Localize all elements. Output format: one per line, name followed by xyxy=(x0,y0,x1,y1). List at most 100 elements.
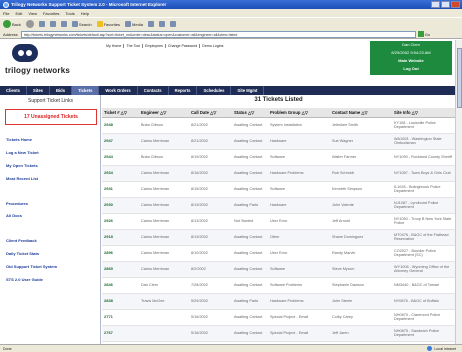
column-header-ticket[interactable]: Ticket # △▽ xyxy=(102,108,139,118)
table-row[interactable]: 2926 Carlos Merriman 8/13/2002 Not Started U… xyxy=(102,213,455,230)
unassigned-tickets-alert[interactable]: 17 Unassigned Tickets xyxy=(5,109,97,125)
table-row[interactable]: 2947 Carlos Merriman 8/21/2002 Awaiting Con… xyxy=(102,133,455,150)
column-header-engineer[interactable]: Engineer △▽ xyxy=(139,108,189,118)
tab-sites[interactable]: Sites xyxy=(27,86,50,95)
ticket-number-link[interactable]: 2944 xyxy=(102,149,139,166)
call-date-cell: 8/19/2002 xyxy=(189,149,232,166)
sidebar-link-daily-stats[interactable]: Daily Ticket Stats xyxy=(6,251,39,256)
sidebar-link-user-guide[interactable]: STS 2.0 User Guide xyxy=(6,277,43,282)
menu-edit[interactable]: Edit xyxy=(15,11,22,16)
table-row[interactable]: 2930 Carlos Merriman 8/13/2002 Awaiting Par… xyxy=(102,197,455,214)
address-bar: Address http://tickets.trilogynetworks.c… xyxy=(0,30,462,39)
table-row[interactable]: 2944 Brian Gibson 8/19/2002 Awaiting Contac… xyxy=(102,149,455,166)
link-my-home[interactable]: My Home xyxy=(104,44,125,48)
table-row[interactable]: 2931 Carlos Merriman 8/15/2002 Awaiting Con… xyxy=(102,181,455,198)
tab-site-mgmt[interactable]: Site Mgmt xyxy=(231,86,265,95)
ticket-number-link[interactable]: 2947 xyxy=(102,133,139,150)
ticket-number-link[interactable]: 2771 xyxy=(102,309,139,326)
tab-schedules[interactable]: Schedules xyxy=(197,86,232,95)
problem-group-cell: Hardware Problems xyxy=(268,293,330,310)
ticket-number-link[interactable]: 2926 xyxy=(102,213,139,230)
status-bar: Done Local intranet xyxy=(0,344,462,352)
refresh-button[interactable] xyxy=(49,21,56,27)
link-employees[interactable]: Employees xyxy=(143,44,166,48)
maximize-button[interactable] xyxy=(441,1,450,8)
go-button[interactable]: Go xyxy=(417,31,430,37)
ticket-number-link[interactable]: 2838 xyxy=(102,293,139,310)
column-header-status[interactable]: Status △▽ xyxy=(232,108,268,118)
ticket-number-link[interactable]: 2869 xyxy=(102,261,139,278)
call-date-cell: 7/28/2002 xyxy=(189,277,232,294)
ticket-number-link[interactable]: 2948 xyxy=(102,117,139,134)
table-row[interactable]: 2767 5/16/2002 Awaiting Contact Special Pro… xyxy=(102,325,455,342)
table-row[interactable]: 2934 Carlos Merriman 8/16/2002 Awaiting Con… xyxy=(102,165,455,182)
engineer-cell: Carlos Merriman xyxy=(139,165,189,182)
sidebar-link-tickets-home[interactable]: Tickets Home xyxy=(6,137,32,142)
search-button[interactable]: Search xyxy=(71,21,92,27)
back-button[interactable]: Back xyxy=(3,20,21,28)
engineer-cell: Carlos Merriman xyxy=(139,181,189,198)
forward-arrow-icon xyxy=(25,20,34,28)
link-change-password[interactable]: Change Password xyxy=(166,44,201,48)
problem-group-cell: Hardware xyxy=(268,133,330,150)
menu-view[interactable]: View xyxy=(28,11,37,16)
ticket-number-link[interactable]: 2846 xyxy=(102,277,139,294)
address-input[interactable]: http://tickets.trilogynetworks.com/ticke… xyxy=(20,30,416,38)
column-header-problem-group[interactable]: Problem Group △▽ xyxy=(268,108,330,118)
sidebar-link-most-recent[interactable]: Most Recent List xyxy=(6,176,38,181)
table-row[interactable]: 2869 Carlos Merriman 8/2/2002 Awaiting Cont… xyxy=(102,261,455,278)
forward-button[interactable] xyxy=(25,20,34,28)
menu-favorites[interactable]: Favorites xyxy=(43,11,59,16)
tab-reports[interactable]: Reports xyxy=(169,86,198,95)
ticket-number-link[interactable]: 2918 xyxy=(102,229,139,246)
tab-work-orders[interactable]: Work Orders xyxy=(99,86,138,95)
column-header-site[interactable]: Site Info △▽ xyxy=(392,108,455,118)
ticket-number-link[interactable]: 2930 xyxy=(102,197,139,214)
ticket-number-link[interactable]: 2767 xyxy=(102,325,139,342)
main-website-link[interactable]: Main Website xyxy=(370,57,452,65)
sidebar-link-client-feedback[interactable]: Client Feedback xyxy=(6,238,37,243)
close-button[interactable] xyxy=(451,1,460,8)
call-date-cell: 8/13/2002 xyxy=(189,213,232,230)
problem-group-cell: Software Problems xyxy=(268,277,330,294)
ticket-number-link[interactable]: 2896 xyxy=(102,245,139,262)
tab-tickets[interactable]: Tickets xyxy=(72,86,100,95)
minimize-button[interactable] xyxy=(431,1,440,8)
tab-bids[interactable]: Bids xyxy=(50,86,73,95)
tab-clients[interactable]: Clients xyxy=(0,86,27,95)
table-row[interactable]: 2838 Travis McGee 5/29/2002 Awaiting Parts H… xyxy=(102,293,455,310)
column-header-call-date[interactable]: Call Date △▽ xyxy=(189,108,232,118)
favorites-button[interactable]: Favorites xyxy=(96,21,120,27)
mail-button[interactable] xyxy=(158,21,165,27)
history-button[interactable] xyxy=(147,21,154,27)
menu-help[interactable]: Help xyxy=(81,11,89,16)
tab-contacts[interactable]: Contacts xyxy=(138,86,169,95)
trilogy-logo-icon[interactable] xyxy=(12,44,38,62)
table-row[interactable]: 2846 Dan Clem 7/28/2002 Awaiting Contact Sof… xyxy=(102,277,455,294)
go-arrow-icon xyxy=(417,31,424,37)
call-date-cell: 8/13/2002 xyxy=(189,197,232,214)
table-row[interactable]: 2948 Brian Gibson 8/21/2002 Awaiting Contac… xyxy=(102,117,455,134)
media-button[interactable]: Media xyxy=(125,21,143,27)
ticket-number-link[interactable]: 2931 xyxy=(102,181,139,198)
sidebar-link-old-system[interactable]: Old Support Ticket System xyxy=(6,264,57,269)
stop-button[interactable] xyxy=(38,21,45,27)
table-row[interactable]: 2771 5/16/2002 Awaiting Contact Special Pro… xyxy=(102,309,455,326)
column-header-contact[interactable]: Contact Name △▽ xyxy=(330,108,392,118)
scrollbar-thumb[interactable] xyxy=(457,48,462,108)
menu-tools[interactable]: Tools xyxy=(65,11,74,16)
logout-link[interactable]: Log Out xyxy=(370,65,452,73)
sidebar-link-log-ticket[interactable]: Log a New Ticket xyxy=(6,150,39,155)
menu-file[interactable]: File xyxy=(3,11,9,16)
page-scrollbar[interactable] xyxy=(455,40,462,344)
table-row[interactable]: 2918 Carlos Merriman 8/13/2002 Awaiting Con… xyxy=(102,229,455,246)
link-demo-logins[interactable]: Demo Logins xyxy=(200,44,225,48)
ticket-number-link[interactable]: 2934 xyxy=(102,165,139,182)
sidebar-link-all-docs[interactable]: All Docs xyxy=(6,213,22,218)
sidebar-link-procedures[interactable]: Procedures xyxy=(6,201,28,206)
link-the-tool[interactable]: The Tool xyxy=(124,44,144,48)
table-row[interactable]: 2896 Carlos Merriman 8/10/2002 Awaiting Con… xyxy=(102,245,455,262)
print-button[interactable] xyxy=(169,21,176,27)
sidebar-link-my-open-tickets[interactable]: My Open Tickets xyxy=(6,163,38,168)
home-button[interactable] xyxy=(60,21,67,27)
